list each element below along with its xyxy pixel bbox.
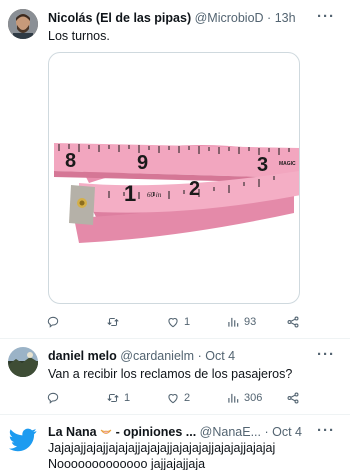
tape-brand-text: MAGIC: [279, 161, 296, 167]
tweet-text-line1: Jajajajjajajjajajajjajajajjajajajajjajaj…: [48, 441, 276, 455]
share-button[interactable]: [286, 389, 300, 407]
views-button[interactable]: 306: [226, 389, 262, 407]
display-name-suffix[interactable]: - opiniones ...: [116, 425, 197, 439]
tweet-nicolas[interactable]: Nicolás (El de las pipas) @MicrobioD · 1…: [0, 0, 350, 340]
tape-number-9: 9: [137, 152, 148, 174]
display-name[interactable]: La Nana: [48, 425, 97, 439]
heart-icon: [168, 318, 178, 328]
tape-number-2: 2: [189, 178, 200, 200]
tweet-text: Van a recibir los reclamos de los pasaje…: [48, 367, 293, 381]
tweet-actions: 1 93: [46, 313, 306, 331]
tape-number-1: 1: [124, 181, 136, 206]
separator: ·: [264, 425, 269, 439]
tape-number-8: 8: [65, 150, 76, 172]
retweet-button[interactable]: 1: [106, 389, 130, 407]
reply-button[interactable]: [46, 313, 64, 331]
handle[interactable]: @NanaE...: [200, 425, 261, 439]
tweet-text: Los turnos.: [48, 29, 110, 43]
tape-unit-label: 60 in: [147, 191, 162, 199]
retweet-icon: [107, 317, 119, 327]
retweet-icon: [107, 393, 119, 403]
views-count: 93: [244, 316, 257, 328]
twitter-bird-icon[interactable]: [9, 428, 37, 452]
separator: ·: [197, 349, 202, 363]
share-icon: [287, 316, 299, 328]
handle[interactable]: @cardanielm: [120, 349, 194, 363]
heart-emoji-icon: [100, 424, 112, 434]
views-icon: [228, 393, 239, 403]
more-options-icon[interactable]: ···: [316, 347, 336, 365]
measuring-tape-image: 8 9 3 MAGIC 1 60 in 2: [54, 143, 299, 243]
share-icon: [287, 392, 299, 404]
tweet-actions: 1 2 306: [46, 389, 306, 407]
share-button[interactable]: [286, 313, 300, 331]
avatar[interactable]: [8, 347, 38, 377]
timestamp[interactable]: Oct 4: [272, 425, 302, 439]
display-name[interactable]: Nicolás (El de las pipas): [48, 11, 191, 25]
tape-number-3: 3: [257, 154, 268, 176]
tweet-image[interactable]: 8 9 3 MAGIC 1 60 in 2: [48, 52, 300, 304]
heart-icon: [168, 394, 178, 404]
timestamp[interactable]: Oct 4: [205, 349, 235, 363]
like-button[interactable]: 2: [166, 389, 190, 407]
timestamp[interactable]: 13h: [275, 11, 296, 25]
separator: ·: [267, 11, 272, 25]
display-name[interactable]: daniel melo: [48, 349, 117, 363]
reply-button[interactable]: [46, 389, 64, 407]
like-count: 2: [184, 392, 191, 404]
tweet-text-line2: Nooooooooooooo jajjajajjaja: [48, 457, 206, 470]
avatar[interactable]: [8, 9, 38, 39]
tweet-daniel[interactable]: daniel melo @cardanielm · Oct 4 ··· Van …: [0, 339, 350, 415]
tweet-la-nana[interactable]: La Nana - opiniones ... @NanaE... · Oct …: [0, 415, 350, 470]
reply-icon: [47, 392, 59, 404]
retweet-count: 1: [124, 392, 131, 404]
retweet-button[interactable]: [106, 313, 124, 331]
handle[interactable]: @MicrobioD: [195, 11, 264, 25]
like-count: 1: [184, 316, 191, 328]
more-options-icon[interactable]: ···: [316, 9, 336, 27]
views-count: 306: [244, 392, 263, 404]
views-button[interactable]: 93: [226, 313, 256, 331]
like-button[interactable]: 1: [166, 313, 190, 331]
more-options-icon[interactable]: ···: [316, 423, 336, 441]
views-icon: [228, 317, 239, 327]
reply-icon: [47, 316, 59, 328]
